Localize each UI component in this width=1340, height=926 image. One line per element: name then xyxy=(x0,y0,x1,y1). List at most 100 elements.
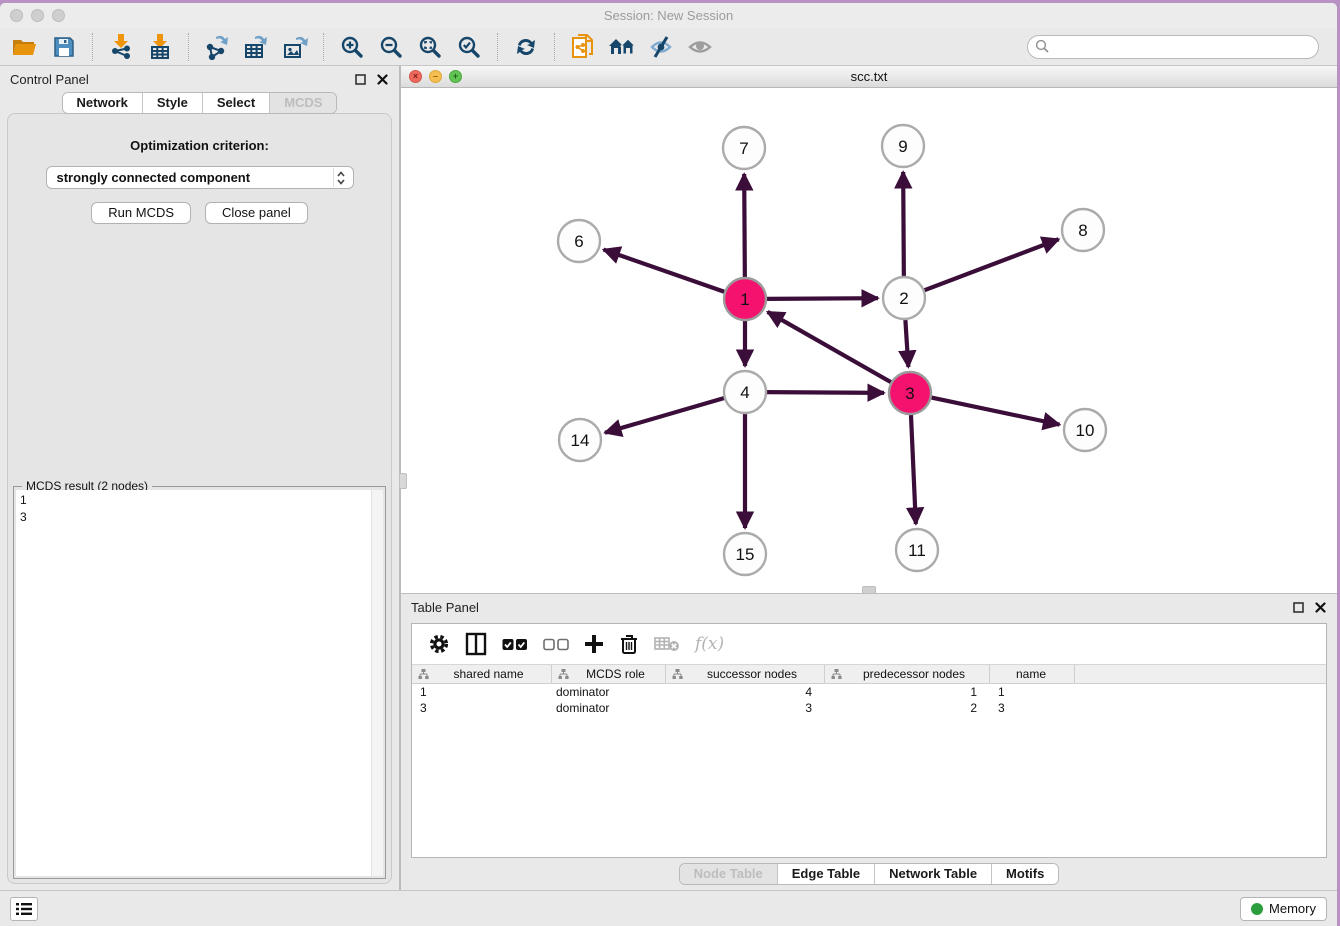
import-network-icon[interactable] xyxy=(106,33,136,61)
table-settings-gear-icon[interactable] xyxy=(428,633,450,655)
open-session-icon[interactable] xyxy=(10,33,40,61)
graph-node-8[interactable]: 8 xyxy=(1062,209,1104,251)
optimization-criterion-select[interactable]: strongly connected component xyxy=(46,166,354,189)
graph-node-1[interactable]: 1 xyxy=(724,278,766,320)
graph-node-3[interactable]: 3 xyxy=(889,372,931,414)
task-history-button[interactable] xyxy=(10,897,38,921)
table-row[interactable]: 1 dominator 4 1 1 xyxy=(412,684,1326,700)
control-panel-header: Control Panel xyxy=(0,66,399,92)
graph-edge-3-11[interactable] xyxy=(911,415,916,524)
graph-edge-1-2[interactable] xyxy=(767,298,878,299)
control-panel-title: Control Panel xyxy=(10,72,89,87)
tab-network-table[interactable]: Network Table xyxy=(874,864,991,884)
tab-motifs[interactable]: Motifs xyxy=(991,864,1058,884)
graph-edge-4-3[interactable] xyxy=(767,392,884,393)
network-canvas[interactable]: 7 9 6 8 1 2 4 3 10 14 15 11 xyxy=(401,88,1337,593)
run-mcds-button[interactable]: Run MCDS xyxy=(91,202,191,224)
column-header-name[interactable]: name xyxy=(990,665,1075,683)
clone-network-icon[interactable] xyxy=(568,33,598,61)
cell-mcds-role[interactable]: dominator xyxy=(552,700,666,716)
table-panel-title: Table Panel xyxy=(411,600,479,615)
horizontal-splitter-handle[interactable] xyxy=(862,586,876,594)
graph-edge-2-8[interactable] xyxy=(925,239,1059,290)
main-toolbar xyxy=(0,28,1337,66)
export-image-icon[interactable] xyxy=(280,33,310,61)
graph-edge-4-14[interactable] xyxy=(605,398,724,433)
zoom-selected-icon[interactable] xyxy=(454,33,484,61)
graph-node-2[interactable]: 2 xyxy=(883,277,925,319)
optimization-criterion-label: Optimization criterion: xyxy=(8,138,391,153)
column-header-mcds-role[interactable]: MCDS role xyxy=(552,665,666,683)
table-row[interactable]: 3 dominator 3 2 3 xyxy=(412,700,1326,716)
toolbar-separator xyxy=(188,33,189,61)
tab-edge-table[interactable]: Edge Table xyxy=(777,864,874,884)
close-panel-button[interactable]: Close panel xyxy=(205,202,308,224)
cell-successor-nodes[interactable]: 4 xyxy=(666,684,825,700)
tab-select[interactable]: Select xyxy=(202,93,269,113)
graph-edge-1-6[interactable] xyxy=(604,250,725,292)
svg-text:4: 4 xyxy=(740,383,749,402)
graph-node-7[interactable]: 7 xyxy=(723,127,765,169)
create-column-icon[interactable] xyxy=(584,634,604,654)
close-table-panel-icon[interactable] xyxy=(1313,600,1327,614)
hide-graphics-details-icon[interactable] xyxy=(646,33,676,61)
column-header-predecessor-nodes[interactable]: predecessor nodes xyxy=(825,665,990,683)
vertical-splitter-handle[interactable] xyxy=(399,473,407,489)
refresh-icon[interactable] xyxy=(511,33,541,61)
cell-predecessor-nodes[interactable]: 1 xyxy=(825,684,990,700)
select-all-columns-icon[interactable] xyxy=(502,638,528,651)
delete-table-icon xyxy=(654,635,680,653)
tab-node-table[interactable]: Node Table xyxy=(680,864,777,884)
table-tabs: Node Table Edge Table Network Table Moti… xyxy=(401,858,1337,890)
cell-successor-nodes[interactable]: 3 xyxy=(666,700,825,716)
home-icon[interactable] xyxy=(607,33,637,61)
graph-node-11[interactable]: 11 xyxy=(896,529,938,571)
tab-mcds[interactable]: MCDS xyxy=(269,93,336,113)
delete-column-icon[interactable] xyxy=(619,633,639,655)
result-scrollbar[interactable] xyxy=(371,490,383,876)
search-input[interactable] xyxy=(1050,38,1318,56)
graph-node-9[interactable]: 9 xyxy=(882,125,924,167)
graph-node-15[interactable]: 15 xyxy=(724,533,766,575)
graph-node-4[interactable]: 4 xyxy=(724,371,766,413)
network-graph[interactable]: 7 9 6 8 1 2 4 3 10 14 15 11 xyxy=(401,88,1332,593)
search-box xyxy=(1027,35,1319,59)
control-panel: Control Panel Network Style Select MCDS xyxy=(0,66,401,890)
memory-button[interactable]: Memory xyxy=(1240,897,1327,921)
graph-node-6[interactable]: 6 xyxy=(558,220,600,262)
node-table-container: f(x) shared name MCDS role xyxy=(411,623,1327,858)
import-table-icon[interactable] xyxy=(145,33,175,61)
select-stepper-icon xyxy=(333,168,349,187)
float-table-panel-icon[interactable] xyxy=(1291,600,1305,614)
graph-node-14[interactable]: 14 xyxy=(559,419,601,461)
graph-edge-3-1[interactable] xyxy=(768,312,891,382)
export-network-icon[interactable] xyxy=(202,33,232,61)
graph-edge-3-10[interactable] xyxy=(932,398,1060,425)
cell-predecessor-nodes[interactable]: 2 xyxy=(825,700,990,716)
tab-style[interactable]: Style xyxy=(142,93,202,113)
column-header-successor-nodes[interactable]: successor nodes xyxy=(666,665,825,683)
graph-edge-2-3[interactable] xyxy=(905,320,908,367)
column-header-shared-name[interactable]: shared name xyxy=(412,665,552,683)
graph-node-10[interactable]: 10 xyxy=(1064,409,1106,451)
float-panel-icon[interactable] xyxy=(353,72,367,86)
close-panel-icon[interactable] xyxy=(375,72,389,86)
zoom-fit-icon[interactable] xyxy=(415,33,445,61)
memory-status-icon xyxy=(1251,903,1263,915)
cell-mcds-role[interactable]: dominator xyxy=(552,684,666,700)
cell-name[interactable]: 1 xyxy=(990,684,1075,700)
cell-shared-name[interactable]: 1 xyxy=(412,684,552,700)
app-window: Session: New Session xyxy=(0,3,1337,926)
tab-network[interactable]: Network xyxy=(63,93,142,113)
mcds-result-text[interactable]: 1 3 xyxy=(16,490,371,876)
zoom-out-icon[interactable] xyxy=(376,33,406,61)
cell-shared-name[interactable]: 3 xyxy=(412,700,552,716)
graph-edge-2-9[interactable] xyxy=(903,172,904,276)
graph-edge-1-7[interactable] xyxy=(744,174,745,277)
export-table-icon[interactable] xyxy=(241,33,271,61)
cell-name[interactable]: 3 xyxy=(990,700,1075,716)
save-session-icon[interactable] xyxy=(49,33,79,61)
zoom-in-icon[interactable] xyxy=(337,33,367,61)
deselect-all-columns-icon[interactable] xyxy=(543,638,569,651)
toggle-column-panel-icon[interactable] xyxy=(465,632,487,656)
